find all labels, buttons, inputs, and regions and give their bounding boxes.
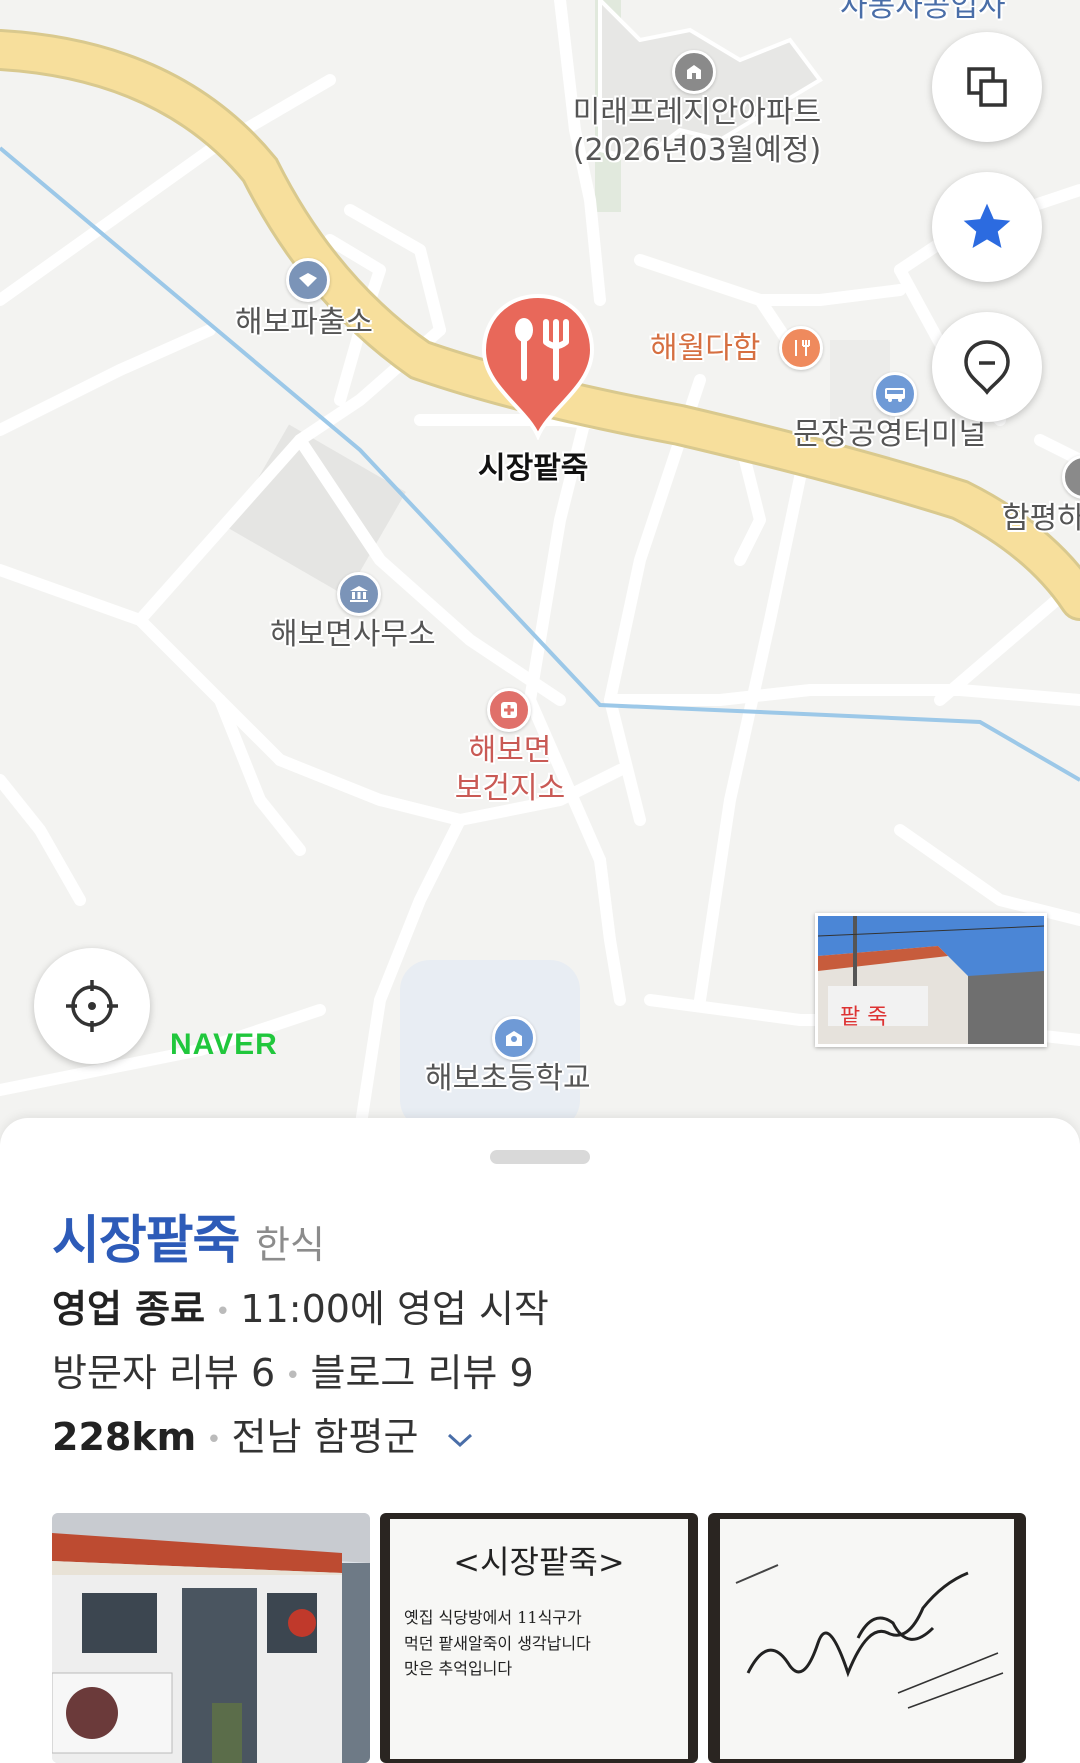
poi-label-office[interactable]: 해보면사무소 [270, 616, 436, 654]
poi-label-police[interactable]: 해보파출소 [235, 304, 373, 342]
distance: 228km [52, 1415, 197, 1459]
place-category: 한식 [255, 1223, 325, 1267]
blog-reviews-link[interactable]: 블로그 리뷰 9 [310, 1351, 533, 1395]
restaurant-icon [779, 326, 823, 370]
poi-label-terminal[interactable]: 문장공영터미널 [793, 416, 986, 454]
note-line-3: 맛은 추억입니다 [404, 1659, 513, 1679]
photo-autograph[interactable] [708, 1513, 1026, 1763]
note-title: <시장팥죽> [453, 1543, 625, 1581]
separator-dot: • [285, 1360, 301, 1391]
current-location-button[interactable] [34, 948, 150, 1064]
poi-label-top-cut: 사동사공업사 [840, 0, 1006, 24]
note-line-1: 옛집 식당방에서 11식구가 [404, 1608, 582, 1627]
place-name[interactable]: 시장팥죽 [52, 1198, 240, 1273]
svg-text:팥 죽: 팥 죽 [840, 1005, 887, 1030]
police-icon [286, 258, 330, 302]
poi-label-apartment[interactable]: 미래프레지안아파트 (2026년03월예정) [562, 94, 832, 169]
signature-drawing [735, 1564, 1004, 1709]
layers-icon [967, 67, 1007, 107]
government-office-icon [337, 572, 381, 616]
sheet-drag-handle[interactable] [490, 1150, 590, 1164]
chevron-down-icon[interactable] [445, 1430, 475, 1450]
street-view-thumbnail[interactable]: 팥 죽 [815, 913, 1047, 1047]
star-icon [963, 203, 1011, 248]
bus-terminal-icon [873, 372, 917, 416]
location-row[interactable]: 228km • 전남 함평군 [52, 1406, 475, 1461]
poi-label-cut-right[interactable]: 함평하 [1002, 500, 1080, 538]
map-view[interactable]: 사동사공업사 미래프레지안아파트 (2026년03월예정) 해보파출소 해월다함… [0, 0, 1080, 1130]
poi-label-health[interactable]: 해보면 보건지소 [430, 732, 590, 807]
place-pin-button[interactable] [932, 312, 1042, 422]
locate-icon [66, 980, 118, 1032]
separator-dot: • [215, 1296, 231, 1327]
poi-label-selected[interactable]: 시장팥죽 [478, 450, 588, 488]
photo-storefront[interactable] [52, 1513, 370, 1763]
poi-label-restaurant-other[interactable]: 해월다함 [650, 330, 760, 368]
photo-handwritten-note[interactable]: <시장팥죽> 옛집 식당방에서 11식구가 먹던 팥새알죽이 생각납니다 맛은 … [380, 1513, 698, 1763]
poi-label-school[interactable]: 해보초등학교 [425, 1060, 591, 1098]
reviews-row: 방문자 리뷰 6 • 블로그 리뷰 9 [52, 1342, 534, 1397]
naver-logo: NAVER [170, 1028, 278, 1061]
selected-marker[interactable] [480, 290, 596, 442]
visitor-reviews-link[interactable]: 방문자 리뷰 6 [52, 1351, 275, 1395]
hours-note: 11:00에 영업 시작 [240, 1287, 549, 1331]
layers-button[interactable] [932, 32, 1042, 142]
pin-icon [964, 340, 1010, 395]
favorites-button[interactable] [932, 172, 1042, 282]
separator-dot: • [206, 1424, 222, 1455]
business-hours-row[interactable]: 영업 종료 • 11:00에 영업 시작 [52, 1278, 549, 1333]
apartment-icon [672, 50, 716, 94]
business-status: 영업 종료 [52, 1287, 206, 1331]
school-icon [492, 1016, 536, 1060]
health-center-icon [487, 688, 531, 732]
note-line-2: 먹던 팥새알죽이 생각납니다 [404, 1633, 591, 1653]
region: 전남 함평군 [231, 1415, 419, 1459]
